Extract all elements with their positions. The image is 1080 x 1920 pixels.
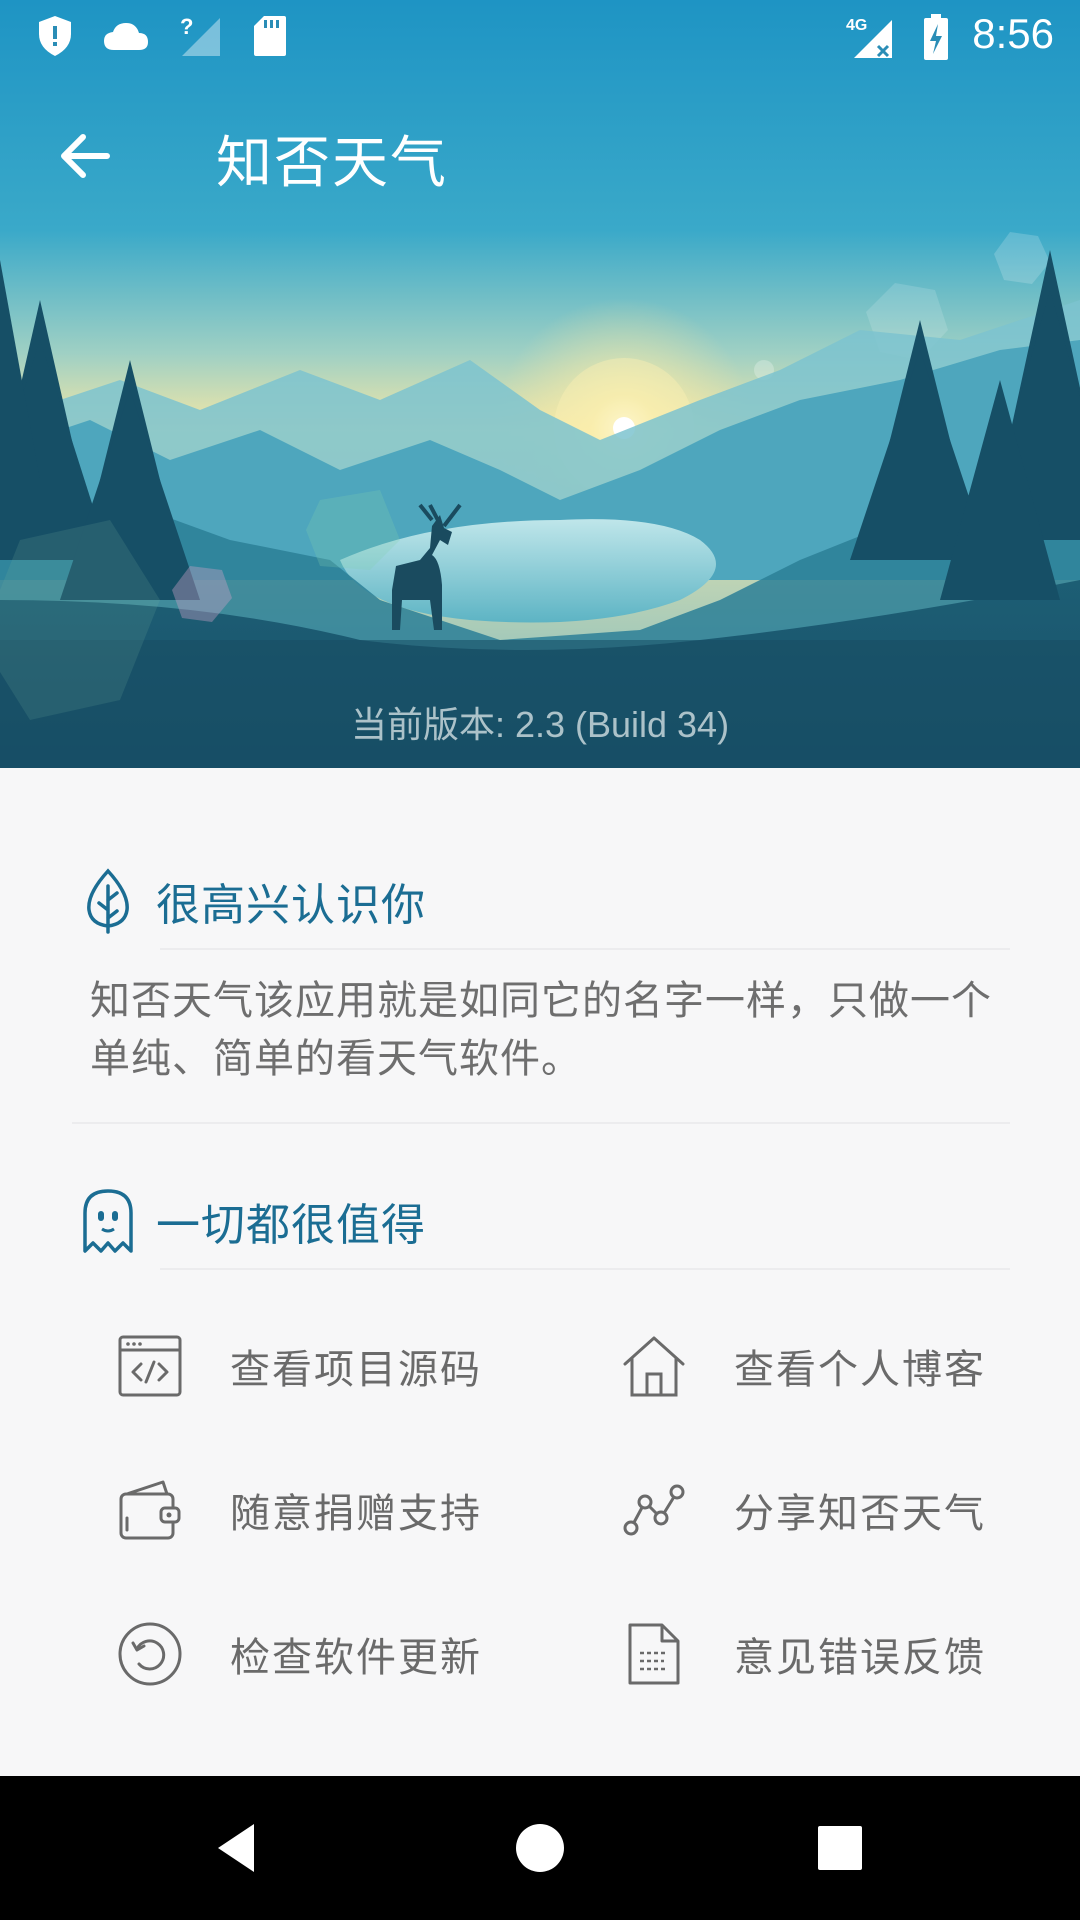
donate-label: 随意捐赠支持 bbox=[230, 1491, 482, 1537]
ghost-icon bbox=[78, 1186, 138, 1256]
view-source-button[interactable]: 查看项目源码 bbox=[110, 1316, 550, 1416]
wallet-icon bbox=[110, 1470, 190, 1550]
intro-section-header: 很高兴认识你 bbox=[78, 856, 426, 946]
system-nav-bar bbox=[0, 1776, 1080, 1920]
leaf-icon bbox=[78, 866, 138, 936]
feedback-button[interactable]: 意见错误反馈 bbox=[614, 1604, 1054, 1704]
check-update-label: 检查软件更新 bbox=[230, 1635, 482, 1681]
cloud-icon bbox=[104, 23, 148, 50]
links-section-header: 一切都很值得 bbox=[78, 1176, 426, 1266]
feedback-label: 意见错误反馈 bbox=[734, 1635, 986, 1681]
status-time: 8:56 bbox=[972, 10, 1054, 57]
share-graph-icon bbox=[614, 1470, 694, 1550]
version-label: 当前版本: 2.3 (Build 34) bbox=[350, 704, 730, 745]
divider bbox=[160, 1268, 1010, 1270]
svg-text:?: ? bbox=[180, 14, 193, 39]
mobile-data-off-icon: 4G bbox=[846, 17, 892, 58]
intro-section-title: 很高兴认识你 bbox=[156, 880, 426, 931]
shield-alert-icon bbox=[39, 16, 71, 56]
share-app-label: 分享知否天气 bbox=[734, 1491, 986, 1537]
recents-square-icon bbox=[818, 1826, 862, 1870]
divider bbox=[72, 1122, 1010, 1124]
network-type-label: 4G bbox=[846, 17, 867, 34]
status-bar: ? 4G 8:56 bbox=[0, 0, 1080, 72]
toolbar: 知否天气 bbox=[0, 100, 1080, 212]
back-button[interactable] bbox=[40, 116, 130, 196]
links-section-title: 一切都很值得 bbox=[156, 1200, 426, 1251]
back-triangle-icon bbox=[218, 1824, 254, 1872]
check-update-button[interactable]: 检查软件更新 bbox=[110, 1604, 550, 1704]
arrow-back-icon bbox=[61, 134, 110, 178]
view-source-label: 查看项目源码 bbox=[230, 1347, 482, 1393]
sd-card-icon bbox=[254, 16, 286, 56]
view-blog-label: 查看个人博客 bbox=[734, 1347, 986, 1393]
code-window-icon bbox=[110, 1326, 190, 1406]
donate-button[interactable]: 随意捐赠支持 bbox=[110, 1460, 550, 1560]
battery-charging-icon bbox=[924, 14, 948, 60]
intro-text: 知否天气该应用就是如同它的名字一样，只做一个单纯、简单的看天气软件。 bbox=[90, 978, 992, 1082]
share-app-button[interactable]: 分享知否天气 bbox=[614, 1460, 1054, 1560]
nav-back-button[interactable] bbox=[200, 1808, 280, 1888]
page-title: 知否天气 bbox=[216, 131, 448, 196]
refresh-circle-icon bbox=[110, 1614, 190, 1694]
home-icon bbox=[614, 1326, 694, 1406]
document-icon bbox=[614, 1614, 694, 1694]
home-circle-icon bbox=[516, 1824, 564, 1872]
divider bbox=[160, 948, 1010, 950]
view-blog-button[interactable]: 查看个人博客 bbox=[614, 1316, 1054, 1416]
nav-recents-button[interactable] bbox=[800, 1808, 880, 1888]
signal-unknown-icon: ? bbox=[180, 14, 220, 56]
nav-home-button[interactable] bbox=[500, 1808, 580, 1888]
header-hero: ? 4G 8:56 知否天气 当前版本: 2.3 (Build 34) bbox=[0, 0, 1080, 768]
